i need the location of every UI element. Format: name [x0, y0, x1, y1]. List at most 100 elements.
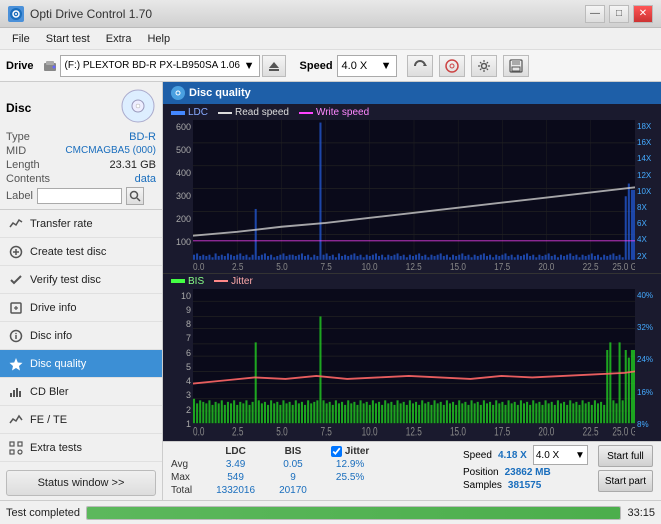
start-full-button[interactable]: Start full	[598, 445, 653, 467]
nav-create-test-disc[interactable]: Create test disc	[0, 238, 162, 266]
disc-quality-header-icon	[171, 86, 185, 100]
fe-te-icon	[8, 412, 24, 428]
speed-select[interactable]: 4.0 X ▼	[337, 55, 397, 77]
drive-info-icon	[8, 300, 24, 316]
disc-length-val: 23.31 GB	[110, 159, 156, 171]
menu-start-test[interactable]: Start test	[38, 31, 98, 47]
nav-disc-info[interactable]: Disc info	[0, 322, 162, 350]
nav-drive-info[interactable]: Drive info	[0, 294, 162, 322]
samples-row: Samples 381575	[463, 480, 588, 491]
ldc-color	[171, 111, 185, 115]
label-search-button[interactable]	[126, 187, 144, 205]
bis-label: BIS	[188, 276, 204, 287]
save-button[interactable]	[503, 55, 529, 77]
menu-extra[interactable]: Extra	[98, 31, 140, 47]
lower-y-axis-left: 10 9 8 7 6 5 4 3 2 1	[163, 289, 193, 442]
avg-label: Avg	[171, 458, 204, 471]
svg-text:2.5: 2.5	[232, 426, 244, 439]
verify-test-disc-icon	[8, 272, 24, 288]
col-jitter-header: Jitter	[345, 446, 369, 457]
jitter-avg: 12.9%	[319, 458, 381, 471]
svg-text:15.0: 15.0	[450, 261, 466, 272]
jitter-checkbox[interactable]	[331, 446, 342, 457]
disc-quality-header: Disc quality	[163, 82, 661, 104]
nav-verify-test-disc-label: Verify test disc	[30, 274, 101, 286]
disc-contents-row: Contents data	[6, 173, 156, 185]
svg-text:0.0: 0.0	[193, 426, 205, 439]
disc-type-row: Type BD-R	[6, 131, 156, 143]
total-row: Total 1332016 20170	[171, 484, 381, 497]
upper-y-axis-right: 18X 16X 14X 12X 10X 8X 6X 4X 2X	[635, 120, 661, 273]
menubar: File Start test Extra Help	[0, 28, 661, 50]
main-content: Disc quality LDC Read speed Write speed	[163, 82, 661, 500]
svg-text:10.0: 10.0	[362, 426, 378, 439]
stats-area: LDC BIS Jitter Avg	[163, 441, 661, 500]
titlebar-controls: — □ ✕	[585, 5, 653, 23]
disc-contents-val: data	[135, 173, 156, 185]
toolbar: Drive (F:) PLEXTOR BD-R PX-LB950SA 1.06 …	[0, 50, 661, 82]
minimize-button[interactable]: —	[585, 5, 605, 23]
nav-fe-te-label: FE / TE	[30, 414, 67, 426]
svg-text:12.5: 12.5	[406, 426, 422, 439]
status-window-button[interactable]: Status window >>	[6, 470, 156, 496]
nav-verify-test-disc[interactable]: Verify test disc	[0, 266, 162, 294]
nav-extra-tests[interactable]: Extra tests	[0, 434, 162, 462]
disc-quality-title: Disc quality	[189, 87, 251, 99]
lower-legend: BIS Jitter	[163, 273, 661, 289]
main-layout: Disc Type BD-R MID CMCMAGBA5 (000) Leng	[0, 82, 661, 500]
svg-text:2.5: 2.5	[232, 261, 243, 272]
disc-type-key: Type	[6, 131, 30, 143]
refresh-button[interactable]	[407, 55, 433, 77]
disc-mid-key: MID	[6, 145, 26, 157]
disc-type-val: BD-R	[129, 131, 156, 143]
nav-transfer-rate[interactable]: Transfer rate	[0, 210, 162, 238]
disc-info-icon	[8, 328, 24, 344]
titlebar: Opti Drive Control 1.70 — □ ✕	[0, 0, 661, 28]
app-icon	[8, 6, 24, 22]
bis-total: 20170	[267, 484, 319, 497]
eject-button[interactable]	[262, 55, 286, 77]
svg-text:17.5: 17.5	[494, 426, 510, 439]
nav-disc-quality[interactable]: Disc quality	[0, 350, 162, 378]
speed-info-select[interactable]: 4.0 X ▼	[533, 445, 588, 465]
svg-text:7.5: 7.5	[320, 426, 332, 439]
nav-transfer-rate-label: Transfer rate	[30, 218, 93, 230]
svg-text:5.0: 5.0	[276, 261, 287, 272]
bis-legend: BIS	[171, 276, 204, 287]
upper-y-axis-left: 600 500 400 300 200 100	[163, 120, 193, 273]
nav-extra-tests-label: Extra tests	[30, 442, 82, 454]
position-row: Position 23862 MB	[463, 467, 588, 478]
maximize-button[interactable]: □	[609, 5, 629, 23]
svg-text:0.0: 0.0	[193, 261, 204, 272]
time-display: 33:15	[627, 507, 655, 519]
disc-label-key: Label	[6, 190, 33, 202]
ldc-max: 549	[204, 471, 267, 484]
window-title: Opti Drive Control 1.70	[30, 7, 152, 21]
stats-table: LDC BIS Jitter Avg	[171, 445, 381, 497]
charts-area: LDC Read speed Write speed 600 500 400	[163, 104, 661, 441]
statusbar: Test completed 33:15	[0, 500, 661, 524]
ldc-total: 1332016	[204, 484, 267, 497]
ldc-label: LDC	[188, 107, 208, 118]
start-part-button[interactable]: Start part	[598, 470, 653, 492]
write-speed-label: Write speed	[316, 107, 369, 118]
nav-fe-te[interactable]: FE / TE	[0, 406, 162, 434]
menu-help[interactable]: Help	[139, 31, 178, 47]
menu-file[interactable]: File	[4, 31, 38, 47]
bis-max: 9	[267, 471, 319, 484]
nav-cd-bler[interactable]: CD Bler	[0, 378, 162, 406]
read-speed-legend: Read speed	[218, 107, 289, 118]
drive-select[interactable]: (F:) PLEXTOR BD-R PX-LB950SA 1.06 ▼	[60, 55, 260, 77]
col-ldc-header: LDC	[204, 445, 267, 458]
drive-icon	[42, 58, 58, 74]
position-val: 23862 MB	[505, 467, 551, 478]
settings-button[interactable]	[471, 55, 497, 77]
drive-label: Drive	[6, 60, 34, 72]
label-input[interactable]	[37, 188, 122, 204]
svg-text:20.0: 20.0	[538, 261, 554, 272]
close-button[interactable]: ✕	[633, 5, 653, 23]
status-text: Test completed	[6, 507, 80, 519]
progress-fill	[87, 507, 620, 519]
disc-button[interactable]	[439, 55, 465, 77]
ldc-avg: 3.49	[204, 458, 267, 471]
